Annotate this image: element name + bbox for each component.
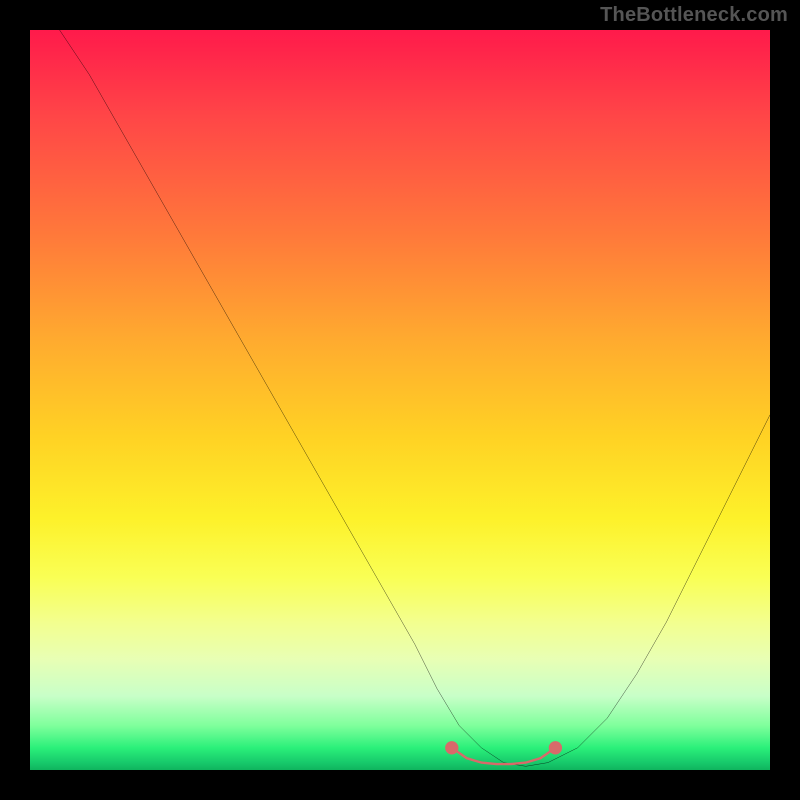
optimal-range-marker <box>452 748 556 764</box>
marker-dot-right <box>549 741 562 754</box>
curve-overlay <box>30 30 770 770</box>
plot-area <box>30 30 770 770</box>
bottleneck-curve <box>60 30 770 766</box>
watermark-text: TheBottleneck.com <box>600 4 788 27</box>
chart-frame: TheBottleneck.com <box>0 0 800 800</box>
marker-dot-left <box>445 741 458 754</box>
